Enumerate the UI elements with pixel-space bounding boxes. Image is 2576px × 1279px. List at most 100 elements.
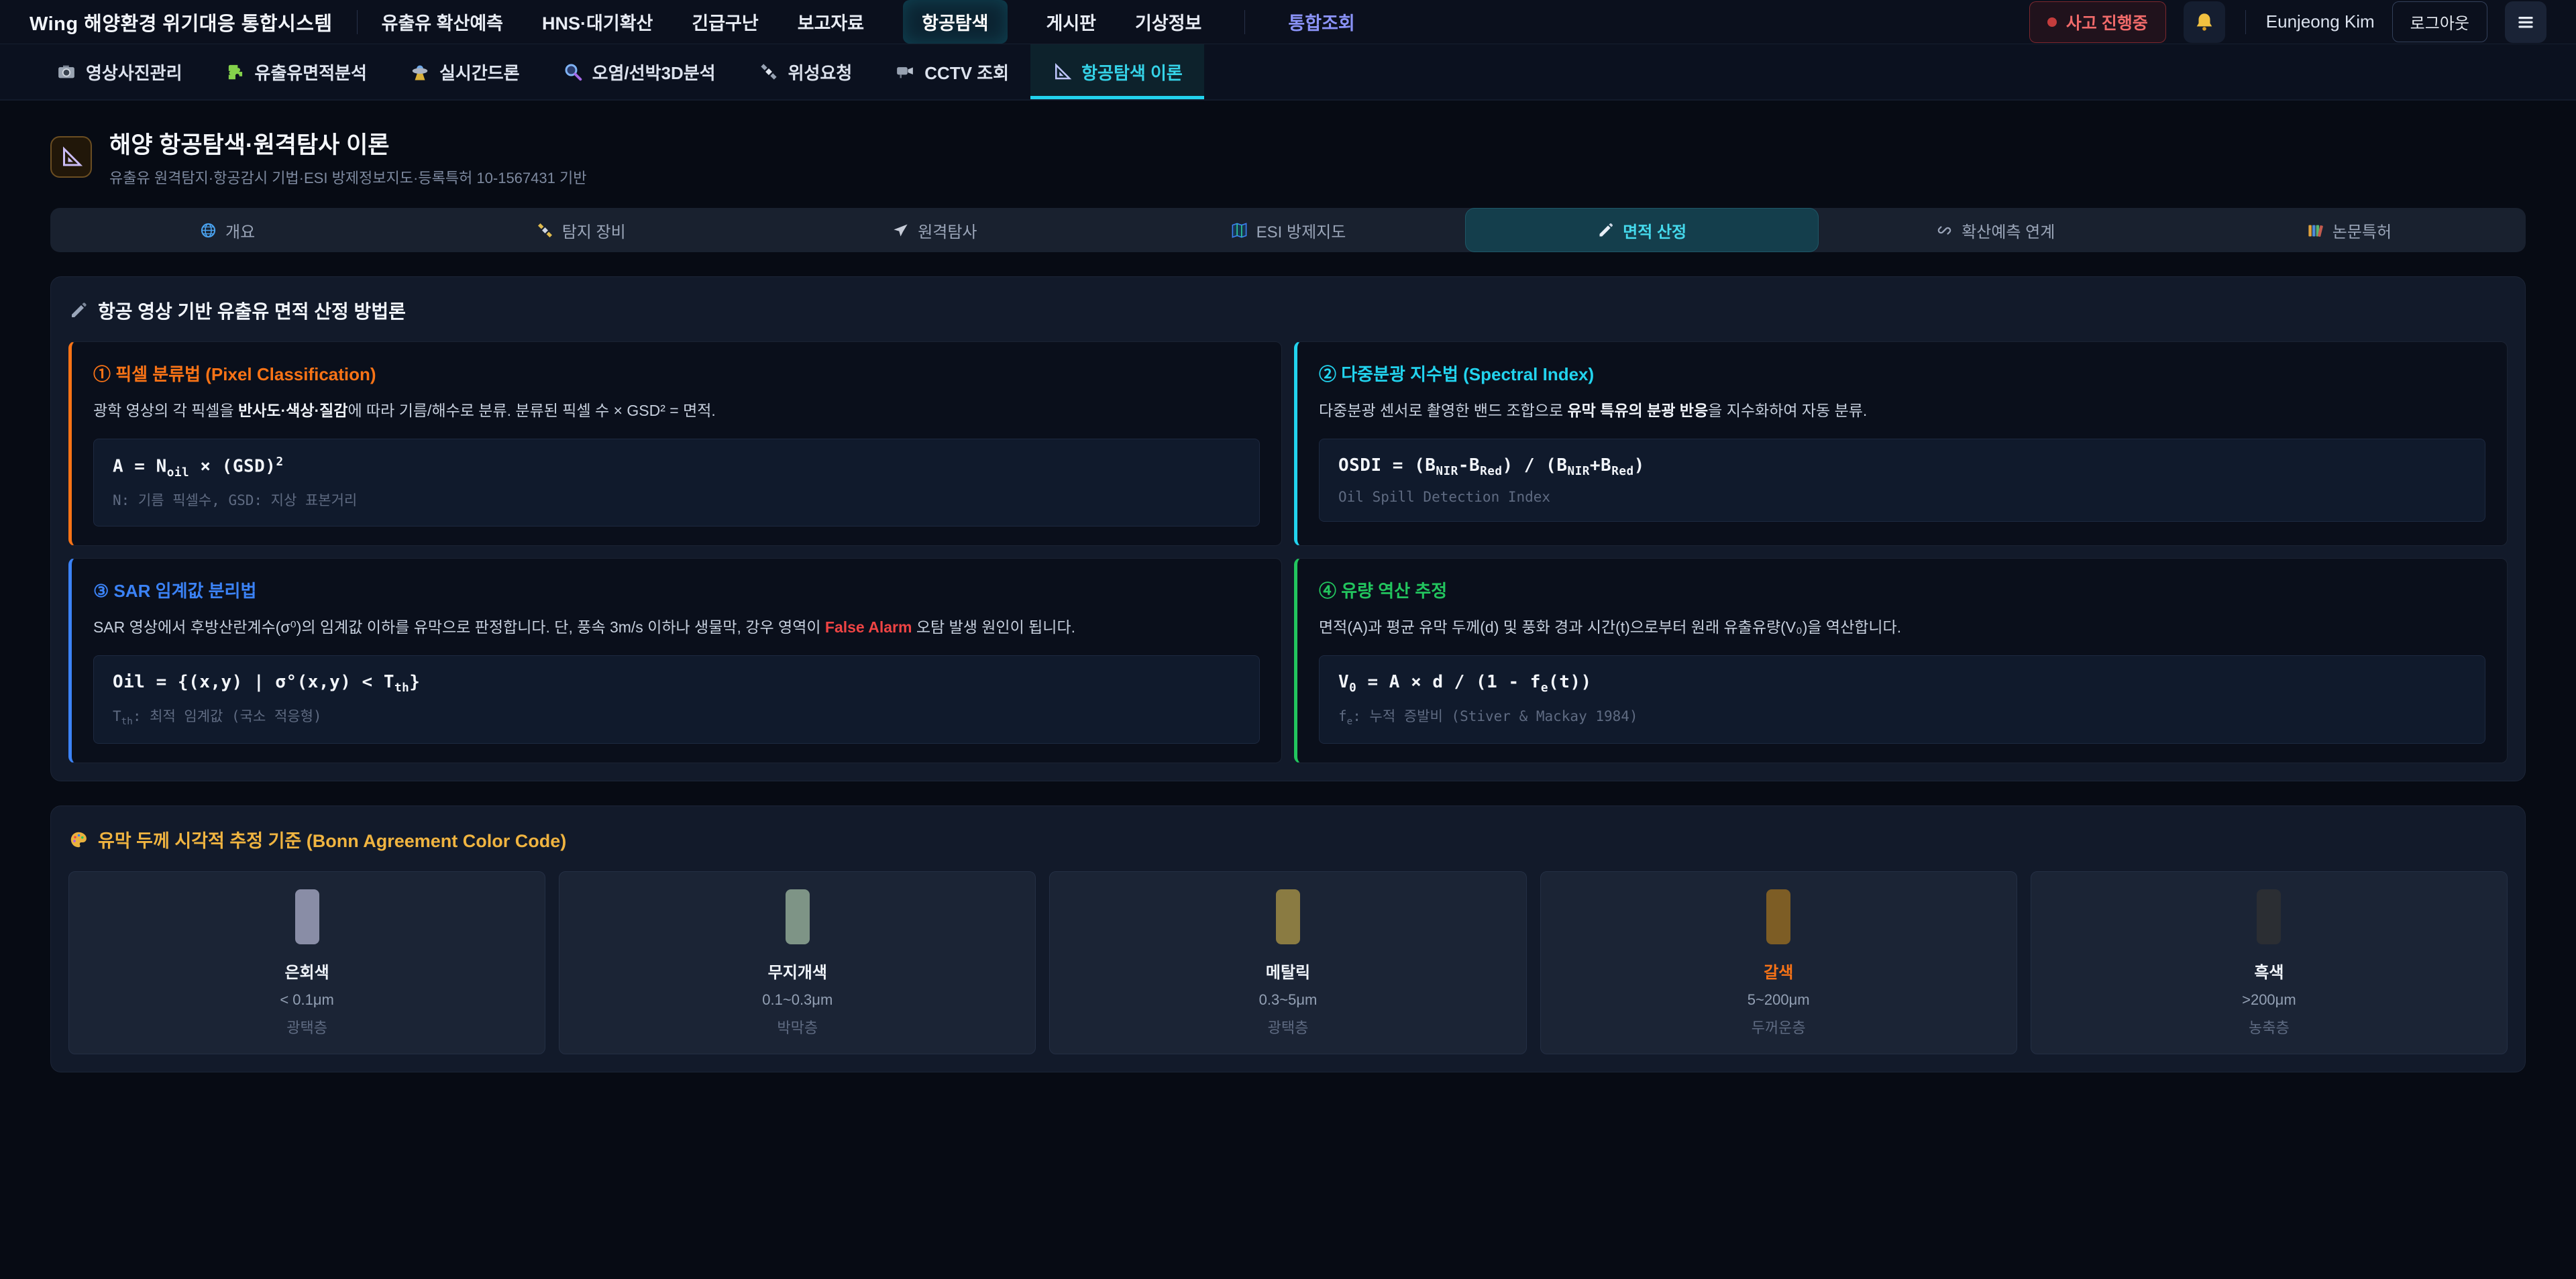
pencil-icon (68, 300, 89, 321)
app-logo: Wing 해양환경 위기대응 통합시스템 (30, 8, 333, 36)
triangle-ruler-icon (1052, 62, 1072, 82)
method-card-title: ① 픽셀 분류법 (Pixel Classification) (93, 361, 1260, 386)
bonn-color-code-panel: 유막 두께 시각적 추정 기준 (Bonn Agreement Color Co… (50, 805, 2526, 1072)
nav-item-spill-forecast[interactable]: 유출유 확산예측 (382, 9, 503, 35)
tab-label: ESI 방제지도 (1256, 219, 1346, 242)
tab-area-estimation[interactable]: 면적 산정 (1465, 208, 1819, 252)
nav-item-hns[interactable]: HNS·대기확산 (542, 9, 653, 35)
methods-heading: 항공 영상 기반 유출유 면적 산정 방법론 (68, 297, 2508, 324)
menu-button[interactable] (2505, 1, 2546, 43)
subnav-item-cctv[interactable]: CCTV 조회 (873, 44, 1030, 99)
subnav-label: 실시간드론 (439, 60, 520, 85)
nav-item-aerial-search[interactable]: 항공탐색 (903, 0, 1007, 44)
methods-grid: ① 픽셀 분류법 (Pixel Classification) 광학 영상의 각… (68, 341, 2508, 763)
method-card-pixel-classification: ① 픽셀 분류법 (Pixel Classification) 광학 영상의 각… (68, 341, 1282, 546)
formula-caption: Oil Spill Detection Index (1338, 489, 2466, 505)
nav-item-integrated-search[interactable]: 통합조회 (1288, 9, 1354, 35)
notifications-button[interactable] (2184, 1, 2225, 43)
page-subtitle: 유출유 원격탐지·항공감시 기법·ESI 방제정보지도·등록특허 10-1567… (109, 166, 586, 188)
tab-label: 개요 (225, 219, 255, 242)
user-name: Eunjeong Kim (2266, 11, 2375, 32)
section-tab-bar: 개요 탐지 장비 원격탐사 ESI 방제지도 (50, 208, 2526, 252)
bonn-card-black: 흑색 >200μm 농축층 (2031, 871, 2508, 1054)
subnav-label: 위성요청 (788, 60, 853, 85)
page-title-icon-tile (50, 136, 92, 178)
formula: Oil = {(x,y) | σ°(x,y) < Tth} (113, 672, 1240, 695)
methods-heading-label: 항공 영상 기반 유출유 면적 산정 방법론 (98, 297, 406, 324)
layer-type: 두꺼운층 (1554, 1016, 2003, 1038)
formula-caption: N: 기름 픽셀수, GSD: 지상 표본거리 (113, 490, 1240, 510)
method-card-description: SAR 영상에서 후방산란계수(σ⁰)의 임계값 이하를 유막으로 판정합니다.… (93, 616, 1260, 639)
tab-detection-equipment[interactable]: 탐지 장비 (404, 208, 757, 252)
nav-item-rescue[interactable]: 긴급구난 (692, 9, 758, 35)
ufo-icon (410, 62, 430, 82)
formula: V0 = A × d / (1 - fe(t)) (1338, 672, 2466, 695)
formula-box: A = Noil × (GSD)2 N: 기름 픽셀수, GSD: 지상 표본거… (93, 439, 1260, 527)
globe-icon (199, 221, 217, 239)
bonn-card-brown: 갈색 5~200μm 두꺼운층 (1540, 871, 2017, 1054)
bonn-card-rainbow: 무지개색 0.1~0.3μm 박막층 (559, 871, 1036, 1054)
formula: OSDI = (BNIR-BRed) / (BNIR+BRed) (1338, 455, 2466, 478)
magnifier-icon (563, 62, 583, 82)
subnav-item-satellite-request[interactable]: 위성요청 (737, 44, 874, 99)
formula-caption: Tth: 최적 임계값 (국소 적응형) (113, 706, 1240, 727)
divider (357, 10, 358, 34)
satellite-icon (759, 62, 779, 82)
method-card-description: 다중분광 센서로 촬영한 밴드 조합으로 유막 특유의 분광 반응을 지수화하여… (1319, 399, 2485, 423)
bell-icon (2193, 11, 2216, 34)
pencil-icon (1597, 221, 1615, 239)
tab-remote-sensing[interactable]: 원격탐사 (757, 208, 1111, 252)
subnav-item-image-photo-management[interactable]: 영상사진관리 (35, 44, 204, 99)
main-nav: 유출유 확산예측 HNS·대기확산 긴급구난 보고자료 항공탐색 게시판 기상정… (382, 0, 1355, 44)
method-card-spectral-index: ② 다중분광 지수법 (Spectral Index) 다중분광 센서로 촬영한… (1294, 341, 2508, 546)
link-icon (1935, 221, 1953, 239)
incident-status-badge[interactable]: 사고 진행중 (2029, 1, 2166, 43)
page-title-row: 해양 항공탐색·원격탐사 이론 유출유 원격탐지·항공감시 기법·ESI 방제정… (50, 126, 2526, 188)
tab-esi-map[interactable]: ESI 방제지도 (1111, 208, 1464, 252)
method-card-sar-threshold: ③ SAR 임계값 분리법 SAR 영상에서 후방산란계수(σ⁰)의 임계값 이… (68, 558, 1282, 763)
bonn-card-silver-gray: 은회색 < 0.1μm 광택층 (68, 871, 545, 1054)
subnav-item-aerial-search-theory[interactable]: 항공탐색 이론 (1030, 44, 1204, 99)
triangle-ruler-icon (59, 145, 83, 169)
tab-label: 탐지 장비 (562, 219, 626, 242)
thickness-range: >200μm (2045, 991, 2493, 1009)
satellite-icon (536, 221, 554, 239)
thickness-range: 5~200μm (1554, 991, 2003, 1009)
nav-item-reports[interactable]: 보고자료 (798, 9, 864, 35)
sub-nav: 영상사진관리 유출유면적분석 실시간드론 오염/선박3D분석 위성요청 (0, 44, 2576, 101)
formula-box: V0 = A × d / (1 - fe(t)) fe: 누적 증발비 (Sti… (1319, 655, 2485, 744)
color-swatch (295, 889, 319, 944)
layer-type: 광택층 (83, 1016, 531, 1038)
nav-item-weather[interactable]: 기상정보 (1135, 9, 1201, 35)
subnav-item-pollution-ship-3d[interactable]: 오염/선박3D분석 (541, 44, 737, 99)
divider (2245, 10, 2246, 34)
page-title-texts: 해양 항공탐색·원격탐사 이론 유출유 원격탐지·항공감시 기법·ESI 방제정… (109, 126, 586, 188)
tab-overview[interactable]: 개요 (50, 208, 404, 252)
tab-papers-patents[interactable]: 논문특허 (2172, 208, 2526, 252)
formula-box: Oil = {(x,y) | σ°(x,y) < Tth} Tth: 최적 임계… (93, 655, 1260, 744)
method-card-title: ④ 유량 역산 추정 (1319, 577, 2485, 602)
logout-button[interactable]: 로그아웃 (2392, 1, 2487, 42)
top-bar-right: 사고 진행중 Eunjeong Kim 로그아웃 (2029, 1, 2546, 43)
layer-type: 농축층 (2045, 1016, 2493, 1038)
puzzle-icon (225, 62, 246, 82)
method-card-title: ② 다중분광 지수법 (Spectral Index) (1319, 361, 2485, 386)
method-card-title: ③ SAR 임계값 분리법 (93, 577, 1260, 602)
formula-box: OSDI = (BNIR-BRed) / (BNIR+BRed) Oil Spi… (1319, 439, 2485, 522)
subnav-label: 오염/선박3D분석 (592, 60, 716, 85)
bonn-grid: 은회색 < 0.1μm 광택층 무지개색 0.1~0.3μm 박막층 메탈릭 0… (68, 871, 2508, 1054)
color-swatch (2257, 889, 2281, 944)
method-card-volume-inversion: ④ 유량 역산 추정 면적(A)과 평균 유막 두께(d) 및 풍화 경과 시간… (1294, 558, 2508, 763)
tab-label: 면적 산정 (1623, 219, 1686, 242)
subnav-item-realtime-drone[interactable]: 실시간드론 (388, 44, 541, 99)
camera-icon (56, 62, 76, 82)
subnav-item-oil-area-analysis[interactable]: 유출유면적분석 (204, 44, 388, 99)
bonn-heading: 유막 두께 시각적 추정 기준 (Bonn Agreement Color Co… (68, 826, 2508, 852)
method-card-description: 광학 영상의 각 픽셀을 반사도·색상·질감에 따라 기름/해수로 분류. 분류… (93, 399, 1260, 423)
incident-dot-icon (2047, 17, 2057, 27)
layer-type: 광택층 (1063, 1016, 1512, 1038)
tab-forecast-link[interactable]: 확산예측 연계 (1819, 208, 2172, 252)
nav-item-board[interactable]: 게시판 (1046, 9, 1097, 35)
books-icon (2306, 221, 2324, 239)
bonn-heading-label: 유막 두께 시각적 추정 기준 (Bonn Agreement Color Co… (98, 826, 566, 852)
